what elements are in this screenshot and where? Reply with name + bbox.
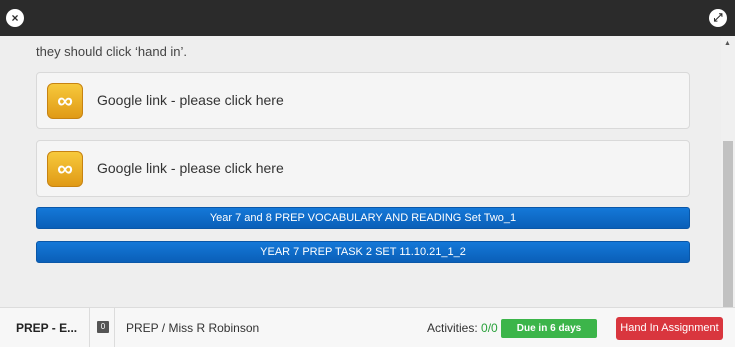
scroll-up-icon[interactable]: ▲ [724,40,731,47]
assignment-title: PREP - E... [0,308,90,347]
assignment-content: they should click ‘hand in’. ∞ Google li… [0,36,721,307]
resource-button[interactable]: YEAR 7 PREP TASK 2 SET 11.10.21_1_2 [36,241,690,263]
scrollbar[interactable]: ▲ [721,36,735,307]
hand-in-button[interactable]: Hand In Assignment [616,317,723,340]
resource-button[interactable]: Year 7 and 8 PREP VOCABULARY AND READING… [36,207,690,229]
google-link-card[interactable]: ∞ Google link - please click here [36,72,690,129]
intro-text: they should click ‘hand in’. [36,44,188,59]
link-icon: ∞ [47,151,83,187]
google-link-card[interactable]: ∞ Google link - please click here [36,140,690,197]
close-icon[interactable]: × [6,9,24,27]
scroll-thumb[interactable] [723,141,733,307]
comment-count-icon[interactable]: 0 [97,321,109,333]
link-label: Google link - please click here [97,160,284,176]
expand-icon[interactable]: ⤢ [709,9,727,27]
link-icon: ∞ [47,83,83,119]
due-badge: Due in 6 days [501,319,597,338]
assignment-footer: PREP - E... 0 PREP / Miss R Robinson Act… [0,307,735,347]
activities-value: 0/0 [481,321,498,335]
link-label: Google link - please click here [97,92,284,108]
activities-count: Activities: 0/0 [427,321,498,335]
teacher-label: PREP / Miss R Robinson [114,308,259,347]
title-bar: × ⤢ [0,0,735,36]
